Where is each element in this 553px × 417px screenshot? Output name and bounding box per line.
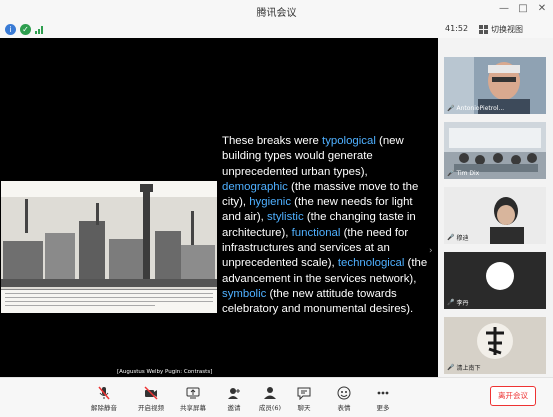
- participant-name: 🎤 清上南下: [447, 364, 481, 372]
- slide-keyword: hygienic: [249, 196, 292, 209]
- members-button[interactable]: 成员(6): [252, 386, 288, 412]
- participant-gallery: 🎤AntonioPietrol... 🎤Tim Dix 🎤穆迪 🎤李丹: [438, 38, 553, 377]
- start-video-button[interactable]: 开启视频: [133, 386, 169, 412]
- pugin-contrasts-illustration: [1, 181, 217, 313]
- minimize-icon[interactable]: —: [497, 3, 511, 14]
- chat-button[interactable]: 聊天: [286, 386, 322, 412]
- slide-keyword: demographic: [222, 180, 288, 193]
- members-icon: [264, 387, 276, 399]
- slide-keyword: stylistic: [266, 211, 304, 224]
- title-bar: 腾讯会议 — □ ✕: [0, 0, 553, 23]
- slide-caption: [Augustus Welby Pugin: Contrasts]: [117, 369, 213, 375]
- share-screen-button[interactable]: 共享屏幕: [175, 386, 211, 412]
- next-slide-icon[interactable]: ›: [429, 246, 433, 256]
- bottom-control-bar: 解除静音 开启视频 共享屏幕 邀请 成员(6) 聊天 表情 更多 离开会议: [0, 377, 553, 417]
- participant-tile[interactable]: 🎤 AntonioPietrol...: [444, 57, 546, 114]
- maximize-icon[interactable]: □: [516, 3, 530, 14]
- info-icon[interactable]: i: [5, 24, 16, 35]
- window-title: 腾讯会议: [256, 8, 297, 19]
- slide-keyword: technological: [337, 257, 405, 270]
- slide-keyword: typological: [322, 135, 376, 147]
- mic-muted-icon: 🎤: [447, 170, 455, 177]
- slide-keyword: symbolic: [222, 287, 267, 300]
- more-icon: [377, 391, 389, 395]
- close-icon[interactable]: ✕: [535, 3, 549, 14]
- mic-muted-icon: 🎤: [447, 299, 455, 306]
- mic-muted-icon: 🎤: [447, 234, 455, 241]
- mic-muted-icon: [98, 386, 110, 400]
- mic-muted-icon: 🎤: [447, 364, 455, 371]
- avatar: [486, 262, 514, 290]
- slide-body-text: These breaks were typological (new build…: [222, 134, 434, 318]
- meeting-toolbar: i ✓ 41:52 切换视图: [0, 22, 553, 38]
- participant-tile[interactable]: 🎤 Tim Dix: [444, 122, 546, 179]
- mic-muted-icon: 🎤: [447, 105, 455, 112]
- shared-screen: These breaks were typological (new build…: [0, 38, 438, 377]
- chat-icon: [297, 387, 311, 400]
- switch-view-label: 切换视图: [491, 25, 523, 34]
- participant-name: 🎤 AntonioPietrol...: [447, 105, 505, 112]
- participant-name: 🎤 Tim Dix: [447, 170, 480, 177]
- participant-tile[interactable]: 🎤 李丹: [444, 252, 546, 309]
- invite-button[interactable]: 邀请: [216, 386, 252, 412]
- share-screen-icon: [186, 387, 200, 399]
- slide-text-segment: These breaks were: [222, 135, 323, 147]
- reactions-button[interactable]: 表情: [326, 386, 362, 412]
- more-button[interactable]: 更多: [365, 386, 401, 412]
- emoji-icon: [337, 386, 351, 400]
- grid-view-icon: [479, 25, 488, 34]
- signal-icon: [35, 26, 43, 34]
- participant-name: 🎤 穆迪: [447, 234, 469, 242]
- unmute-button[interactable]: 解除静音: [86, 386, 122, 412]
- slide-keyword: functional: [291, 226, 341, 239]
- invite-icon: [228, 388, 240, 399]
- meeting-timer: 41:52: [445, 24, 469, 33]
- leave-meeting-button[interactable]: 离开会议: [490, 386, 536, 406]
- switch-view-button[interactable]: 切换视图: [479, 23, 523, 36]
- shield-icon[interactable]: ✓: [20, 24, 31, 35]
- participant-name: 🎤 李丹: [447, 299, 469, 307]
- participant-tile[interactable]: 🎤 清上南下: [444, 317, 546, 374]
- participant-tile[interactable]: 🎤 穆迪: [444, 187, 546, 244]
- camera-off-icon: [144, 386, 158, 400]
